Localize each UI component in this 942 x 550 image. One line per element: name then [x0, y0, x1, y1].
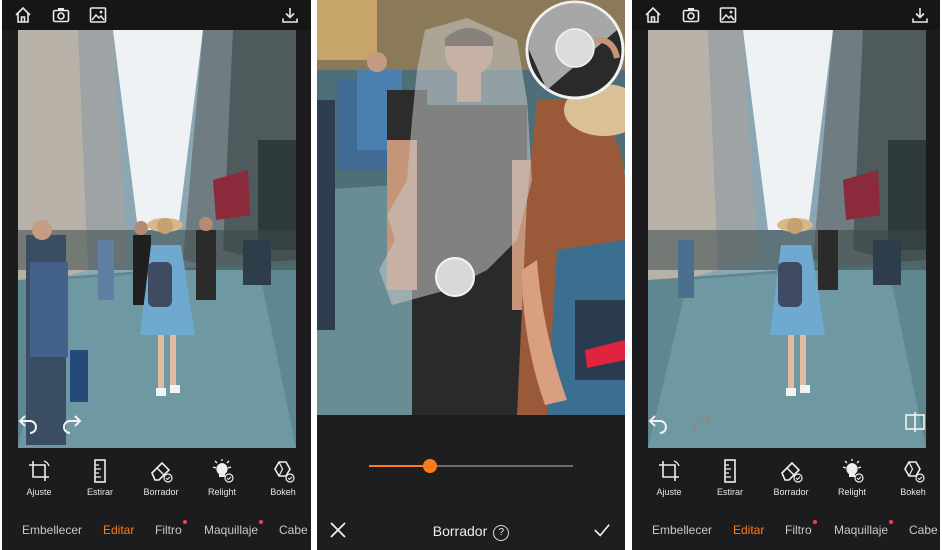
tool-label: Estirar [86, 487, 113, 497]
bulb-icon [839, 458, 865, 484]
brush-size-slider[interactable] [369, 459, 573, 473]
tool-label: Ajuste [656, 487, 682, 497]
tool-relight[interactable]: Relight [194, 458, 250, 497]
eraser-action-bar: Borrador? [317, 515, 625, 547]
tool-strip: Ajuste Estirar Borrador Relight Bokeh [2, 458, 311, 508]
tab-label: Filtro [155, 523, 182, 537]
tool-label: Bokeh [900, 487, 926, 497]
tool-borrador[interactable]: Borrador [763, 458, 819, 497]
ruler-icon [717, 458, 743, 484]
top-toolbar [2, 0, 311, 30]
photo-canvas[interactable] [18, 30, 296, 448]
tab-label: Maquillaje [834, 523, 889, 537]
new-badge-dot [812, 520, 817, 524]
tab-embellecer[interactable]: Embellecer [22, 523, 82, 537]
tab-cabello[interactable]: Cabe [279, 523, 308, 537]
tool-strip: Ajuste Estirar Borrador Relight Bokeh [632, 458, 940, 508]
eraser-title: Borrador? [317, 523, 625, 541]
download-icon[interactable] [280, 5, 300, 25]
home-icon[interactable] [643, 5, 663, 25]
eraser-icon [778, 458, 804, 484]
redo-button[interactable] [690, 410, 714, 434]
tool-label: Ajuste [26, 487, 52, 497]
tab-label: Maquillaje [204, 523, 259, 537]
tool-ajuste[interactable]: Ajuste [641, 458, 697, 497]
tab-maquillaje[interactable]: Maquillaje [204, 520, 264, 537]
top-toolbar [632, 0, 940, 30]
tab-cabello[interactable]: Cabe [909, 523, 938, 537]
tool-bokeh[interactable]: Bokeh [885, 458, 940, 497]
tool-estirar[interactable]: Estirar [702, 458, 758, 497]
tool-label: Estirar [716, 487, 743, 497]
gallery-icon[interactable] [88, 5, 108, 25]
camera-icon[interactable] [681, 5, 701, 25]
new-badge-dot [889, 520, 894, 524]
tab-embellecer[interactable]: Embellecer [652, 523, 712, 537]
editor-screen-before: Ajuste Estirar Borrador Relight Bokeh Em… [2, 0, 311, 550]
camera-icon[interactable] [51, 5, 71, 25]
hexagon-blur-icon [900, 458, 926, 484]
crop-rotate-icon [656, 458, 682, 484]
eraser-title-text: Borrador [432, 523, 488, 539]
photo-canvas[interactable] [648, 30, 926, 448]
category-tabs: Embellecer Editar Filtro Maquillaje Cabe [632, 517, 940, 547]
download-icon[interactable] [910, 5, 930, 25]
ruler-icon [87, 458, 113, 484]
gallery-icon[interactable] [718, 5, 738, 25]
tool-label: Borrador [143, 487, 179, 497]
undo-button[interactable] [646, 410, 670, 434]
new-badge-dot [259, 520, 264, 524]
photo-canvas-zoomed[interactable] [317, 0, 625, 415]
tool-borrador[interactable]: Borrador [133, 458, 189, 497]
eraser-icon [148, 458, 174, 484]
editor-screen-after: Ajuste Estirar Borrador Relight Bokeh Em… [632, 0, 940, 550]
bulb-icon [209, 458, 235, 484]
slider-handle[interactable] [423, 459, 438, 473]
tool-label: Bokeh [270, 487, 296, 497]
tool-label: Relight [207, 487, 236, 497]
checkmark-icon[interactable] [593, 521, 613, 539]
compare-icon[interactable] [903, 410, 927, 434]
category-tabs: Embellecer Editar Filtro Maquillaje Cabe [2, 517, 311, 547]
hexagon-blur-icon [270, 458, 296, 484]
tab-filtro[interactable]: Filtro [155, 520, 187, 537]
tab-filtro[interactable]: Filtro [785, 520, 817, 537]
help-icon[interactable]: ? [493, 525, 510, 541]
tab-maquillaje[interactable]: Maquillaje [834, 520, 894, 537]
tool-ajuste[interactable]: Ajuste [11, 458, 67, 497]
tool-estirar[interactable]: Estirar [72, 458, 128, 497]
redo-button[interactable] [60, 410, 84, 434]
eraser-screen: Borrador? [317, 0, 625, 550]
tool-relight[interactable]: Relight [824, 458, 880, 497]
tool-label: Borrador [773, 487, 809, 497]
new-badge-dot [182, 520, 187, 524]
crop-rotate-icon [26, 458, 52, 484]
tool-bokeh[interactable]: Bokeh [255, 458, 311, 497]
slider-fill [369, 465, 431, 467]
tool-label: Relight [837, 487, 866, 497]
tab-editar[interactable]: Editar [103, 523, 134, 537]
undo-button[interactable] [16, 410, 40, 434]
home-icon[interactable] [13, 5, 33, 25]
eraser-panel: Borrador? [317, 415, 625, 550]
tab-editar[interactable]: Editar [733, 523, 764, 537]
tab-label: Filtro [785, 523, 812, 537]
